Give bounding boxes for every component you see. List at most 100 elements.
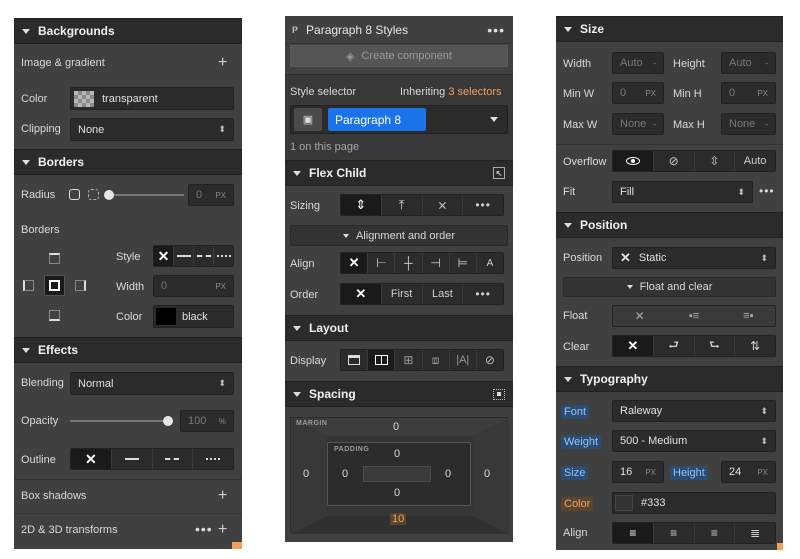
fit-select[interactable]: Fill ⬍ bbox=[612, 181, 753, 203]
expand-arrow-icon[interactable]: ↖ bbox=[493, 167, 505, 179]
font-select[interactable]: Raleway ⬍ bbox=[612, 400, 776, 422]
style-selector-field[interactable]: ▣ Paragraph 8 bbox=[290, 105, 508, 134]
margin-left-value[interactable]: 0 bbox=[303, 468, 309, 480]
display-none-icon[interactable]: ⊘ bbox=[475, 350, 503, 370]
fit-more-icon[interactable]: ••• bbox=[759, 184, 775, 198]
overflow-scroll-icon[interactable]: ⇳ bbox=[693, 151, 735, 171]
align-justify-icon[interactable]: ≣ bbox=[734, 523, 775, 543]
backgrounds-section-header[interactable]: Backgrounds bbox=[14, 18, 242, 44]
border-top-icon[interactable] bbox=[49, 253, 60, 264]
display-inline-icon[interactable]: |A| bbox=[448, 350, 476, 370]
overflow-visible-eye-icon[interactable] bbox=[613, 151, 653, 171]
selector-element-icon[interactable]: ▣ bbox=[294, 108, 322, 131]
overflow-auto-button[interactable]: Auto bbox=[734, 151, 775, 171]
border-bottom-icon[interactable] bbox=[49, 310, 60, 321]
add-image-gradient-icon[interactable]: + bbox=[218, 55, 227, 71]
align-end-icon[interactable]: ⊣ bbox=[421, 253, 449, 273]
outline-solid-icon[interactable] bbox=[110, 449, 152, 469]
overflow-hidden-icon[interactable]: ⊘ bbox=[652, 151, 694, 171]
border-left-icon[interactable] bbox=[23, 280, 34, 291]
spacing-box-icon[interactable] bbox=[493, 388, 505, 400]
display-inline-block-icon[interactable]: ⧈ bbox=[421, 350, 449, 370]
float-none-icon[interactable]: ✕ bbox=[613, 306, 666, 326]
font-size-input[interactable]: 16 PX bbox=[612, 461, 664, 483]
float-right-icon[interactable]: ≡▪ bbox=[720, 306, 775, 326]
order-none-icon[interactable]: ✕ bbox=[341, 284, 381, 304]
clear-both-icon[interactable]: ⇅ bbox=[734, 336, 775, 356]
opacity-input[interactable]: 100 % bbox=[180, 410, 234, 432]
margin-bottom-value[interactable]: 10 bbox=[390, 513, 407, 525]
bg-color-field[interactable]: transparent bbox=[70, 87, 234, 110]
order-more-icon[interactable]: ••• bbox=[462, 284, 503, 304]
opacity-slider-track[interactable] bbox=[70, 420, 170, 422]
align-baseline-icon[interactable]: A bbox=[475, 253, 503, 273]
order-first-button[interactable]: First bbox=[380, 284, 422, 304]
padding-top-value[interactable]: 0 bbox=[394, 448, 400, 460]
sizing-segmented[interactable]: ⇕ ⤒ ⨯ ••• bbox=[340, 194, 504, 216]
text-color-field[interactable]: #333 bbox=[612, 492, 776, 514]
sizing-more-icon[interactable]: ••• bbox=[462, 195, 503, 215]
border-right-icon[interactable] bbox=[75, 280, 86, 291]
clear-right-icon[interactable]: ⮑ bbox=[693, 336, 735, 356]
order-last-button[interactable]: Last bbox=[421, 284, 463, 304]
more-options-icon[interactable]: ••• bbox=[195, 521, 213, 537]
padding-right-value[interactable]: 0 bbox=[445, 468, 451, 480]
sizing-shrink-icon[interactable]: ⇕ bbox=[341, 195, 381, 215]
align-self-segmented[interactable]: ✕ ⊢ ┼ ⊣ ⊨ A bbox=[340, 252, 504, 274]
padding-left-value[interactable]: 0 bbox=[342, 468, 348, 480]
align-left-icon[interactable]: ≡ bbox=[613, 523, 653, 543]
weight-select[interactable]: 500 - Medium ⬍ bbox=[612, 430, 776, 452]
border-style-dotted-icon[interactable] bbox=[213, 246, 233, 266]
border-style-none-icon[interactable]: ✕ bbox=[154, 246, 173, 266]
outline-none-icon[interactable]: ✕ bbox=[71, 449, 111, 469]
display-segmented[interactable]: ⊞ ⧈ |A| ⊘ bbox=[340, 349, 504, 371]
display-flex-icon[interactable] bbox=[367, 350, 395, 370]
align-center-text-icon[interactable]: ≡ bbox=[652, 523, 694, 543]
float-left-icon[interactable]: ▪≡ bbox=[666, 306, 720, 326]
max-width-input[interactable]: None - bbox=[612, 113, 664, 135]
border-all-button[interactable] bbox=[44, 275, 65, 296]
border-style-solid-icon[interactable] bbox=[173, 246, 193, 266]
align-none-icon[interactable]: ✕ bbox=[341, 253, 368, 273]
outline-style-segmented[interactable]: ✕ bbox=[70, 448, 234, 470]
width-input[interactable]: Auto - bbox=[612, 52, 664, 74]
clear-none-icon[interactable]: ✕ bbox=[613, 336, 653, 356]
blending-select[interactable]: Normal ⬍ bbox=[70, 372, 234, 395]
sizing-grow-icon[interactable]: ⤒ bbox=[380, 195, 422, 215]
outline-dotted-icon[interactable] bbox=[192, 449, 233, 469]
border-style-dashed-icon[interactable] bbox=[193, 246, 213, 266]
height-input[interactable]: Auto - bbox=[721, 52, 776, 74]
min-width-input[interactable]: 0 PX bbox=[612, 82, 664, 104]
float-clear-toggle[interactable]: Float and clear bbox=[563, 277, 776, 297]
outline-dashed-icon[interactable] bbox=[151, 449, 193, 469]
selector-tag[interactable]: Paragraph 8 bbox=[328, 108, 426, 131]
size-section-header[interactable]: Size bbox=[556, 16, 783, 42]
selector-dropdown-icon[interactable] bbox=[490, 117, 498, 122]
margin-top-value[interactable]: 0 bbox=[393, 421, 399, 433]
opacity-slider-knob[interactable] bbox=[163, 416, 173, 426]
overflow-segmented[interactable]: ⊘ ⇳ Auto bbox=[612, 150, 776, 172]
float-segmented[interactable]: ✕ ▪≡ ≡▪ bbox=[612, 305, 776, 327]
typography-section-header[interactable]: Typography bbox=[556, 366, 783, 392]
spacing-section-header[interactable]: Spacing bbox=[285, 381, 513, 407]
inheriting-count-link[interactable]: 3 selectors bbox=[448, 86, 501, 98]
effects-section-header[interactable]: Effects bbox=[14, 337, 242, 363]
order-segmented[interactable]: ✕ First Last ••• bbox=[340, 283, 504, 305]
padding-bottom-value[interactable]: 0 bbox=[394, 487, 400, 499]
align-start-icon[interactable]: ⊢ bbox=[367, 253, 394, 273]
radius-all-icon[interactable] bbox=[69, 189, 80, 200]
border-style-segmented[interactable]: ✕ bbox=[153, 245, 234, 267]
radius-input[interactable]: 0 PX bbox=[188, 184, 234, 206]
sizing-none-icon[interactable]: ⨯ bbox=[421, 195, 463, 215]
clear-left-icon[interactable]: ⮐ bbox=[652, 336, 694, 356]
line-height-input[interactable]: 24 PX bbox=[721, 461, 776, 483]
align-center-icon[interactable]: ┼ bbox=[394, 253, 421, 273]
radius-slider-knob[interactable] bbox=[104, 190, 114, 200]
create-component-button[interactable]: ◈ Create component bbox=[290, 45, 508, 67]
radius-individual-icon[interactable] bbox=[88, 189, 99, 200]
margin-right-value[interactable]: 0 bbox=[484, 468, 490, 480]
borders-section-header[interactable]: Borders bbox=[14, 149, 242, 175]
max-height-input[interactable]: None - bbox=[721, 113, 776, 135]
add-transform-icon[interactable]: + bbox=[218, 522, 227, 538]
clipping-select[interactable]: None ⬍ bbox=[70, 118, 234, 141]
